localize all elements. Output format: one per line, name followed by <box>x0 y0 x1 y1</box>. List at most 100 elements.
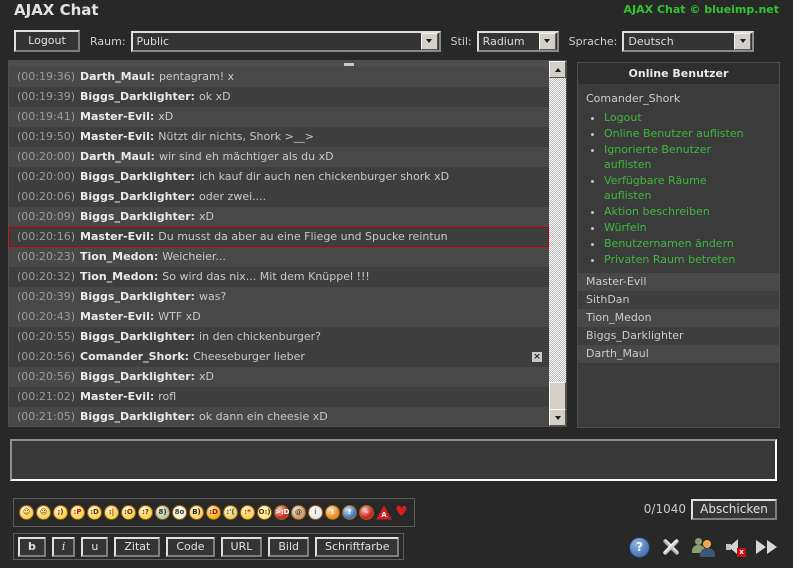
chat-message: (00:20:32) Tion_Medon So wird das nix... M… <box>9 267 549 287</box>
emoticon[interactable]: :| <box>104 505 119 520</box>
emoticon[interactable]: ☹ <box>36 505 51 520</box>
user-action-link[interactable]: Würfeln <box>604 221 647 234</box>
send-button[interactable]: Abschicken <box>691 499 777 520</box>
format-button[interactable]: Zitat <box>114 536 161 557</box>
message-timestamp: (00:19:41) <box>17 110 75 123</box>
online-users-title: Online Benutzer <box>578 63 779 84</box>
chat-scrollbar <box>549 61 566 426</box>
emoticon[interactable]: – <box>359 505 374 520</box>
user-action-link[interactable]: Logout <box>604 111 642 124</box>
online-user[interactable]: Biggs_Darklighter <box>578 327 779 345</box>
emoticon[interactable]: :P <box>70 505 85 520</box>
emoticon[interactable]: O:) <box>257 505 272 520</box>
user-action-link[interactable]: Benutzernamen ändern <box>604 237 734 250</box>
message-text: ok xD <box>199 90 231 103</box>
format-button[interactable]: URL <box>220 536 263 557</box>
current-user-name[interactable]: Comander_Shork <box>578 84 779 107</box>
scrollbar-thumb[interactable] <box>549 382 566 412</box>
user-action-link[interactable]: Verfügbare Räume auflisten <box>604 174 707 202</box>
format-button[interactable]: Schriftfarbe <box>315 536 400 557</box>
emoticon[interactable]: :? <box>138 505 153 520</box>
emoticon[interactable]: A <box>376 505 392 520</box>
format-button[interactable]: u <box>81 536 109 557</box>
chat-message: (00:21:02)Master-Evilrofl × <box>9 387 549 407</box>
emoticon[interactable]: ♥ <box>394 505 409 520</box>
emoticon[interactable]: :O <box>121 505 136 520</box>
message-username: Tion_Medon <box>80 250 158 263</box>
format-button[interactable]: Code <box>166 536 215 557</box>
emoticon[interactable]: B) <box>189 505 204 520</box>
language-select-value: Deutsch <box>628 34 674 48</box>
message-username: Comander_Shork <box>80 350 189 363</box>
style-select[interactable]: Radium <box>476 30 559 52</box>
user-actions-list: Logout Online Benutzer auflisten Ignorie… <box>578 110 779 267</box>
emoticon[interactable]: ! <box>325 505 340 520</box>
message-text: rofl <box>158 390 177 403</box>
message-text: ich kauf dir auch nen chickenburger shor… <box>199 170 450 183</box>
message-text: Cheeseburger lieber <box>193 350 305 363</box>
online-users-icon[interactable] <box>692 537 715 557</box>
scroll-up-button[interactable] <box>549 61 566 78</box>
online-user[interactable]: Darth_Maul <box>578 345 779 363</box>
emoticon[interactable]: @ <box>291 505 306 520</box>
language-select[interactable]: Deutsch <box>622 30 755 52</box>
brand-link[interactable]: AJAX Chat © blueimp.net <box>624 3 779 16</box>
emoticon[interactable]: ☺ <box>19 505 34 520</box>
emoticon[interactable]: :D <box>87 505 102 520</box>
logout-button[interactable]: Logout <box>14 30 80 52</box>
message-username: Master-Evil <box>80 390 154 403</box>
emoticon[interactable]: 8o <box>172 505 187 520</box>
settings-tools-icon[interactable] <box>660 537 682 557</box>
message-text: pentagram! x <box>158 70 235 83</box>
user-action-link[interactable]: Aktion beschreiben <box>604 205 710 218</box>
chat-message: (00:20:00) Biggs_Darklighter ich kauf dir … <box>9 167 549 187</box>
language-label: Sprache: <box>568 34 618 48</box>
message-username: Master-Evil <box>80 110 154 123</box>
emoticon-bar: ☺ ☹ ;) :P :D :| :O :? 8) 8o B):D:'(:*… <box>13 498 415 527</box>
format-button[interactable]: Bild <box>268 536 310 557</box>
autoscroll-fast-forward-icon[interactable] <box>756 540 777 554</box>
format-button[interactable]: i <box>51 536 76 557</box>
user-action-item: Online Benutzer auflisten <box>604 126 769 141</box>
format-button[interactable]: b <box>18 536 46 557</box>
user-action-link[interactable]: Ignorierte Benutzer auflisten <box>604 143 711 171</box>
scroll-down-button[interactable] <box>549 409 566 426</box>
message-username: Darth_Maul <box>80 150 155 163</box>
emoticon[interactable]: >:D <box>274 505 289 520</box>
sound-muted-icon[interactable]: x <box>725 537 746 557</box>
emoticon[interactable]: :D <box>206 505 221 520</box>
page-title: AJAX Chat <box>14 1 99 19</box>
emoticon[interactable]: :'( <box>223 505 238 520</box>
message-text: WTF xD <box>158 310 201 323</box>
emoticon[interactable]: :* <box>240 505 255 520</box>
message-text: Weicheier... <box>162 250 226 263</box>
clipped-text-fragment <box>344 63 354 66</box>
online-user[interactable]: Master-Evil <box>578 273 779 291</box>
emoticon[interactable]: ;) <box>53 505 68 520</box>
message-timestamp: (00:20:56) <box>17 370 75 383</box>
chat-message: (00:20:56) Comander_Shork Cheeseburger lie… <box>9 347 549 367</box>
room-select[interactable]: Public <box>130 30 441 52</box>
user-action-link[interactable]: Privaten Raum betreten <box>604 253 735 266</box>
message-username: Biggs_Darklighter <box>80 170 195 183</box>
format-bar: b i u Zitat Code URL Bild Schriftfarbe <box>13 533 405 560</box>
online-user[interactable]: SithDan <box>578 291 779 309</box>
message-timestamp: (00:20:16) <box>17 230 75 243</box>
message-input[interactable] <box>10 439 777 481</box>
scrollbar-track[interactable] <box>549 78 566 409</box>
chat-message: (00:20:06) Biggs_Darklighter oder zwei....… <box>9 187 549 207</box>
chat-message: (00:21:05) Biggs_Darklighter ok dann ein c… <box>9 407 549 426</box>
message-username: Master-Evil <box>80 310 154 323</box>
message-timestamp: (00:20:23) <box>17 250 75 263</box>
emoticon[interactable]: 8) <box>155 505 170 520</box>
online-user[interactable]: Tion_Medon <box>578 309 779 327</box>
message-text: wir sind eh mächtiger als du xD <box>158 150 334 163</box>
help-icon[interactable]: ? <box>629 536 650 558</box>
user-action-link[interactable]: Online Benutzer auflisten <box>604 127 744 140</box>
emoticon[interactable]: ? <box>342 505 357 520</box>
delete-message-icon[interactable]: × <box>532 352 542 362</box>
emoticon[interactable]: i <box>308 505 323 520</box>
message-timestamp: (00:20:00) <box>17 170 75 183</box>
message-text: was? <box>199 290 227 303</box>
style-label: Stil: <box>450 34 472 48</box>
